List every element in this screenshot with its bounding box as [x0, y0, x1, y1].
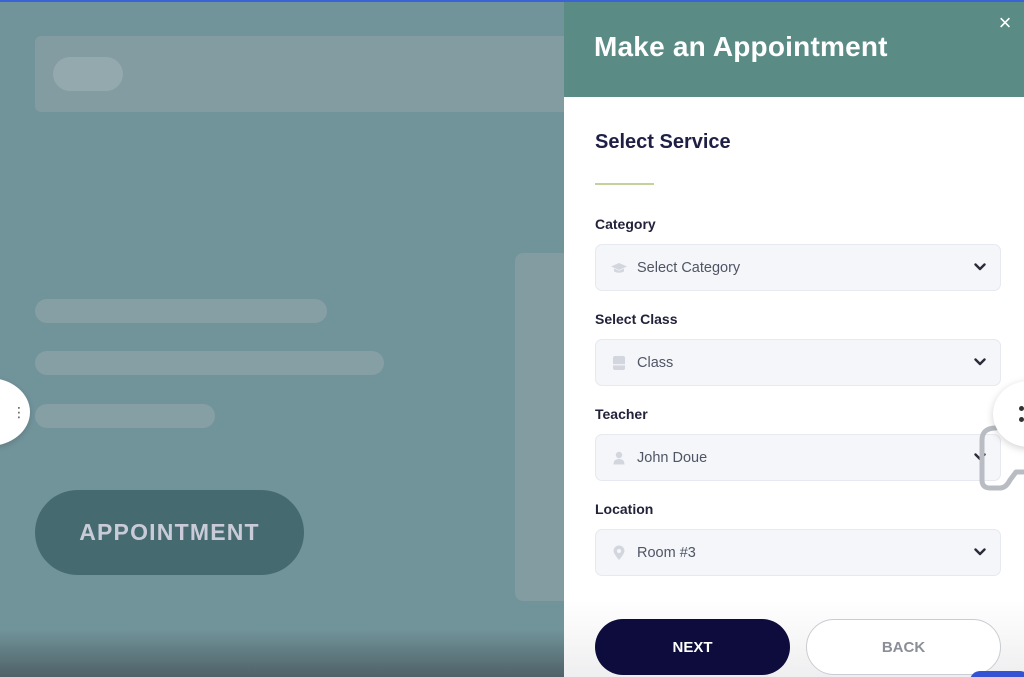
user-icon — [609, 451, 629, 465]
background-logo-placeholder — [53, 57, 123, 91]
chevron-down-icon — [973, 355, 987, 369]
chat-widget-button[interactable] — [970, 671, 1024, 677]
close-icon[interactable]: × — [994, 12, 1016, 34]
teacher-value: John Doue — [637, 449, 708, 466]
section-underline — [595, 183, 654, 185]
category-select[interactable]: Select Category — [595, 244, 1001, 291]
background-text-placeholder — [35, 404, 215, 428]
background-appointment-button[interactable]: APPOINTMENT — [35, 490, 304, 575]
browser-top-border — [0, 0, 1024, 2]
chevron-right-icon — [1019, 406, 1024, 411]
category-value: Select Category — [637, 259, 741, 276]
location-label: Location — [595, 501, 654, 517]
background-text-placeholder — [35, 351, 384, 375]
background-page-overlay: APPOINTMENT — [0, 0, 564, 677]
background-text-placeholder — [35, 299, 327, 323]
class-value: Class — [637, 354, 674, 371]
book-icon — [609, 355, 629, 371]
back-button[interactable]: BACK — [806, 619, 1001, 675]
next-button[interactable]: NEXT — [595, 619, 790, 675]
category-label: Category — [595, 216, 656, 232]
section-title: Select Service — [595, 131, 731, 153]
location-select[interactable]: Room #3 — [595, 529, 1001, 576]
modal-header: Make an Appointment × — [564, 0, 1024, 97]
chevron-left-icon: ⋮ — [12, 403, 26, 420]
chevron-right-icon-dot — [1019, 417, 1024, 422]
appointment-modal: Make an Appointment × Select Service Cat… — [564, 0, 1024, 677]
class-select[interactable]: Class — [595, 339, 1001, 386]
class-label: Select Class — [595, 311, 678, 327]
map-pin-icon — [609, 545, 629, 561]
modal-title: Make an Appointment — [594, 31, 888, 62]
location-value: Room #3 — [637, 544, 696, 561]
bottom-shade — [0, 630, 564, 677]
chevron-down-icon — [973, 260, 987, 274]
background-card-placeholder — [515, 253, 564, 601]
teacher-label: Teacher — [595, 406, 648, 422]
graduation-cap-icon — [609, 262, 629, 274]
teacher-select[interactable]: John Doue — [595, 434, 1001, 481]
chevron-down-icon — [973, 545, 987, 559]
